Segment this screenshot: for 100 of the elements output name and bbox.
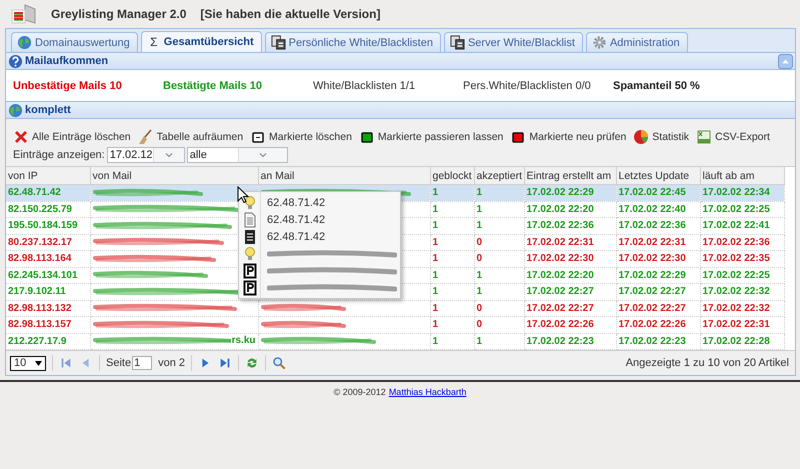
tab[interactable]: Administration — [586, 32, 688, 52]
table-cell: 0 — [474, 316, 524, 333]
table-cell: 1 — [474, 284, 524, 300]
toolbar-button[interactable]: Alle Einträge löschen — [13, 129, 131, 145]
toolbar-button[interactable]: Markierte passieren lassen — [358, 129, 504, 145]
documents-icon — [450, 35, 465, 50]
section-title: komplett — [25, 104, 71, 116]
table-cell: 17.02.02 22:30 — [616, 250, 700, 267]
table-cell: 1 — [430, 316, 474, 333]
collapse-icon — [778, 54, 793, 68]
table-cell: 17.02.02 22:25 — [700, 201, 784, 218]
column-header[interactable]: an Mail — [258, 167, 430, 184]
cross-icon — [13, 129, 29, 145]
refresh-button[interactable] — [245, 356, 259, 370]
document-icon — [242, 212, 258, 228]
table-cell[interactable]: 82.98.113.164 — [6, 250, 90, 267]
table-cell: 1 — [474, 201, 524, 218]
page-input[interactable]: 1 — [132, 356, 152, 370]
table-cell[interactable]: 212.227.17.9 — [6, 333, 90, 350]
table-cell[interactable]: 62.245.134.101 — [6, 267, 90, 284]
table-cell: 1 — [430, 333, 474, 350]
first-page-button[interactable] — [59, 356, 73, 370]
table-cell[interactable]: 80.237.132.17 — [6, 234, 90, 250]
table-cell: 17.02.02 22:31 — [700, 316, 784, 333]
table-cell: 1 — [430, 300, 474, 316]
stat-text: Spamanteil 50 % — [613, 80, 701, 92]
table-cell: 17.02.02 22:31 — [524, 234, 616, 250]
toolbar-button[interactable]: Markierte neu prüfen — [510, 129, 626, 145]
p-icon — [242, 262, 258, 278]
globe-icon — [17, 35, 32, 50]
sigma-icon: Σ — [146, 35, 161, 49]
table-cell: 1 — [430, 250, 474, 267]
table-cell: 1 — [474, 184, 524, 201]
caret-icon — [35, 360, 42, 366]
spreadsheet-icon — [696, 129, 712, 145]
table-cell[interactable]: 217.9.102.11 — [6, 284, 90, 300]
toolbar-button[interactable]: CSV-Export — [696, 129, 770, 145]
document-icon — [242, 228, 258, 244]
table-cell: 1 — [474, 267, 524, 284]
mail-fragment: rs.ku — [230, 334, 256, 346]
tab[interactable]: Server White/Blacklist — [444, 32, 583, 52]
stat-text: Unbestätige Mails 10 — [13, 80, 123, 92]
toolbar-button[interactable]: Tabelle aufräumen — [138, 129, 244, 145]
table-cell: 17.02.02 22:29 — [616, 267, 700, 284]
table-cell: 1 — [430, 267, 474, 284]
version-note: [Sie haben die aktuelle Version] — [200, 7, 380, 21]
column-header[interactable]: von Mail — [90, 167, 258, 184]
table-cell: 1 — [474, 333, 524, 350]
table-cell: 1 — [430, 201, 474, 218]
table-cell[interactable]: 82.150.225.79 — [6, 201, 90, 218]
menu-item[interactable]: 62.48.71.42 — [239, 228, 400, 245]
column-header[interactable]: von IP — [6, 167, 90, 184]
column-header[interactable]: akzeptiert — [474, 167, 524, 184]
table-cell: 17.02.02 22:27 — [616, 300, 700, 316]
page-label: Seite — [106, 357, 132, 369]
table-cell[interactable]: 195.50.184.159 — [6, 218, 90, 234]
table-cell[interactable]: 82.98.113.132 — [6, 300, 90, 316]
column-header[interactable]: läuft ab am — [700, 167, 784, 184]
menu-item[interactable]: 62.48.71.42 — [239, 211, 400, 228]
table-cell: 17.02.02 22:40 — [616, 201, 700, 218]
table-cell: 1 — [430, 184, 474, 201]
tab[interactable]: Σ Gesamtübersicht — [140, 31, 262, 52]
table-cell: 17.02.02 22:32 — [700, 300, 784, 316]
documents-icon — [270, 35, 286, 50]
paging-info: Angezeigte 1 zu 10 von 20 Artikel — [626, 357, 789, 369]
date-select[interactable]: 17.02.12 — [106, 147, 185, 163]
broom-icon — [138, 129, 154, 145]
column-header[interactable]: geblockt — [430, 167, 474, 184]
toolbar-button[interactable]: Statistik — [633, 129, 690, 145]
tab[interactable]: Domainauswertung — [11, 32, 138, 52]
last-page-button[interactable] — [218, 356, 232, 370]
scope-select[interactable]: alle — [186, 147, 288, 163]
globe-icon — [8, 102, 23, 118]
page-size-select[interactable]: 10 — [10, 356, 46, 370]
table-cell: 17.02.02 22:41 — [700, 218, 784, 234]
p-icon — [242, 280, 258, 296]
table-cell: 1 — [474, 218, 524, 234]
table-cell: 17.02.02 22:28 — [700, 333, 784, 350]
column-header[interactable]: Letztes Update — [616, 167, 700, 184]
search-icon — [272, 356, 286, 370]
table-cell: 17.02.02 22:29 — [524, 184, 616, 201]
stat-text: Bestätigte Mails 10 — [163, 80, 264, 92]
search-button[interactable] — [272, 356, 286, 370]
table-cell: 1 — [430, 234, 474, 250]
table-cell: 17.02.02 22:36 — [524, 218, 616, 234]
toolbar-button[interactable]: Markierte löschen — [250, 129, 352, 145]
table-cell[interactable]: 82.98.113.157 — [6, 316, 90, 333]
last-page-icon — [218, 356, 232, 370]
gear-icon — [592, 35, 607, 50]
author-link[interactable]: Matthias Hackbarth — [388, 387, 466, 397]
table-cell: 17.02.02 22:35 — [700, 250, 784, 267]
table-cell: 1 — [430, 218, 474, 234]
tab[interactable]: Persönliche White/Blacklisten — [264, 32, 441, 52]
table-cell: 17.02.02 22:25 — [700, 267, 784, 284]
lightbulb-icon — [242, 246, 258, 262]
collapse-button[interactable] — [778, 54, 793, 68]
column-header[interactable]: Eintrag erstellt am — [524, 167, 616, 184]
filter-label: Einträge anzeigen: — [13, 149, 105, 161]
help-icon — [8, 54, 23, 68]
table-cell: 17.02.02 22:31 — [616, 234, 700, 250]
